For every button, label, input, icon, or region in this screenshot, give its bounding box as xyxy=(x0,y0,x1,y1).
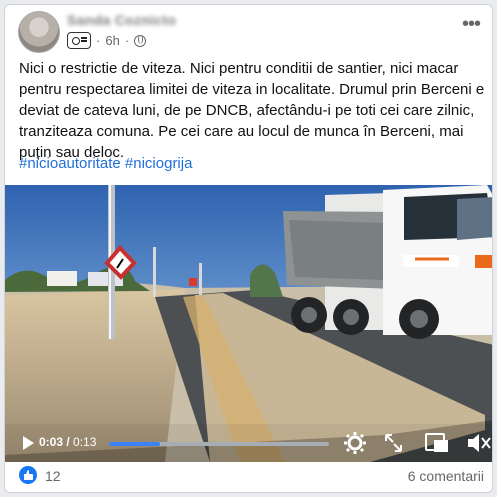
video-player[interactable]: 0:03 / 0:13 xyxy=(5,185,492,462)
video-time: 0:03 / 0:13 xyxy=(39,435,96,449)
current-time: 0:03 xyxy=(39,435,64,449)
video-controls: 0:03 / 0:13 xyxy=(5,424,492,462)
hashtag-niciogrija[interactable]: #niciogrija xyxy=(125,155,193,172)
post-card: Sanda Coznicto · 6h · ••• Nici o restric… xyxy=(4,4,493,493)
dot-separator: · xyxy=(124,33,130,48)
globe-icon xyxy=(134,34,147,47)
avatar[interactable] xyxy=(18,11,60,53)
like-reaction-icon[interactable] xyxy=(19,466,37,484)
more-options-icon[interactable]: ••• xyxy=(462,14,481,34)
dot-separator: · xyxy=(96,33,101,48)
post-time[interactable]: 6h xyxy=(105,33,119,48)
post-footer: 12 6 comentarii xyxy=(5,462,492,492)
comments-count[interactable]: 6 comentarii xyxy=(408,468,484,484)
video-progress-bar[interactable] xyxy=(109,442,329,446)
video-progress-fill xyxy=(109,442,160,446)
video-frame xyxy=(5,185,492,462)
hashtags: #nicioautoritate #niciogrija xyxy=(19,155,192,172)
page-icon xyxy=(67,32,91,49)
post-text: Nici o restrictie de viteza. Nici pentru… xyxy=(19,60,485,161)
hashtag-nicioautoritate[interactable]: #nicioautoritate xyxy=(19,155,121,172)
author-name[interactable]: Sanda Coznicto xyxy=(67,12,176,28)
post-meta: · 6h · xyxy=(67,32,147,49)
likes-count[interactable]: 12 xyxy=(45,468,61,484)
duration: 0:13 xyxy=(73,435,97,449)
